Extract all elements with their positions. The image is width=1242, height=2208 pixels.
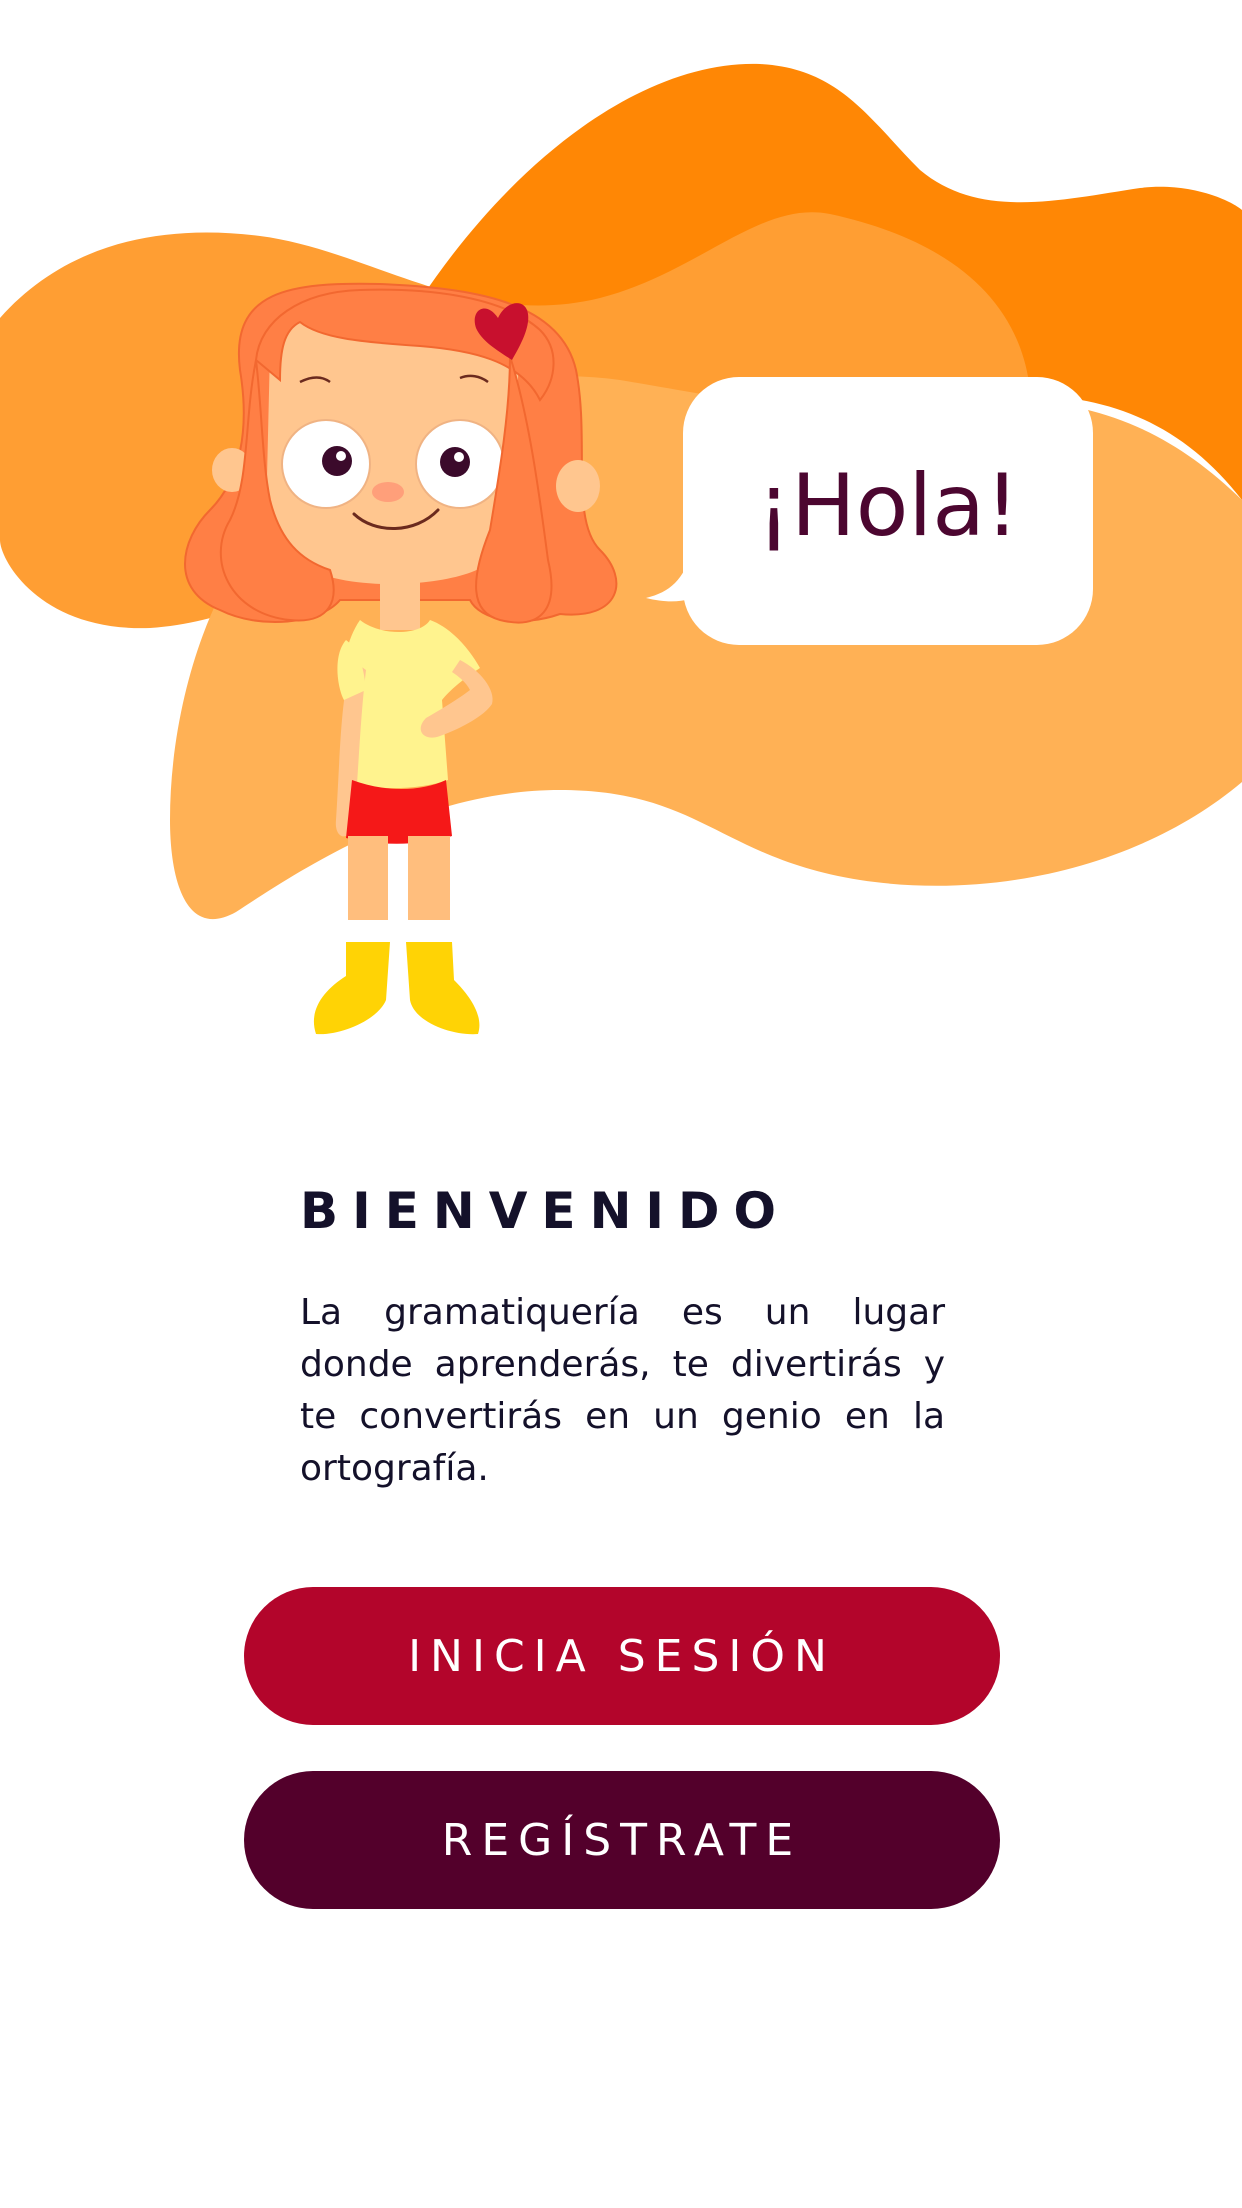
register-button[interactable]: REGÍSTRATE: [244, 1771, 1000, 1909]
welcome-description: La gramatiquería es un lugar donde apren…: [300, 1292, 945, 1489]
hero-illustration: ¡Hola!: [0, 0, 1242, 1080]
greeting-text: ¡Hola!: [757, 456, 1020, 556]
login-button[interactable]: INICIA SESIÓN: [244, 1587, 1000, 1725]
login-button-label: INICIA SESIÓN: [408, 1630, 836, 1682]
register-button-label: REGÍSTRATE: [441, 1814, 803, 1866]
speech-bubble: ¡Hola!: [646, 377, 1093, 645]
welcome-section: BIENVENIDO La gramatiquería es un lugar …: [300, 1175, 945, 1495]
welcome-title: BIENVENIDO: [300, 1182, 791, 1240]
